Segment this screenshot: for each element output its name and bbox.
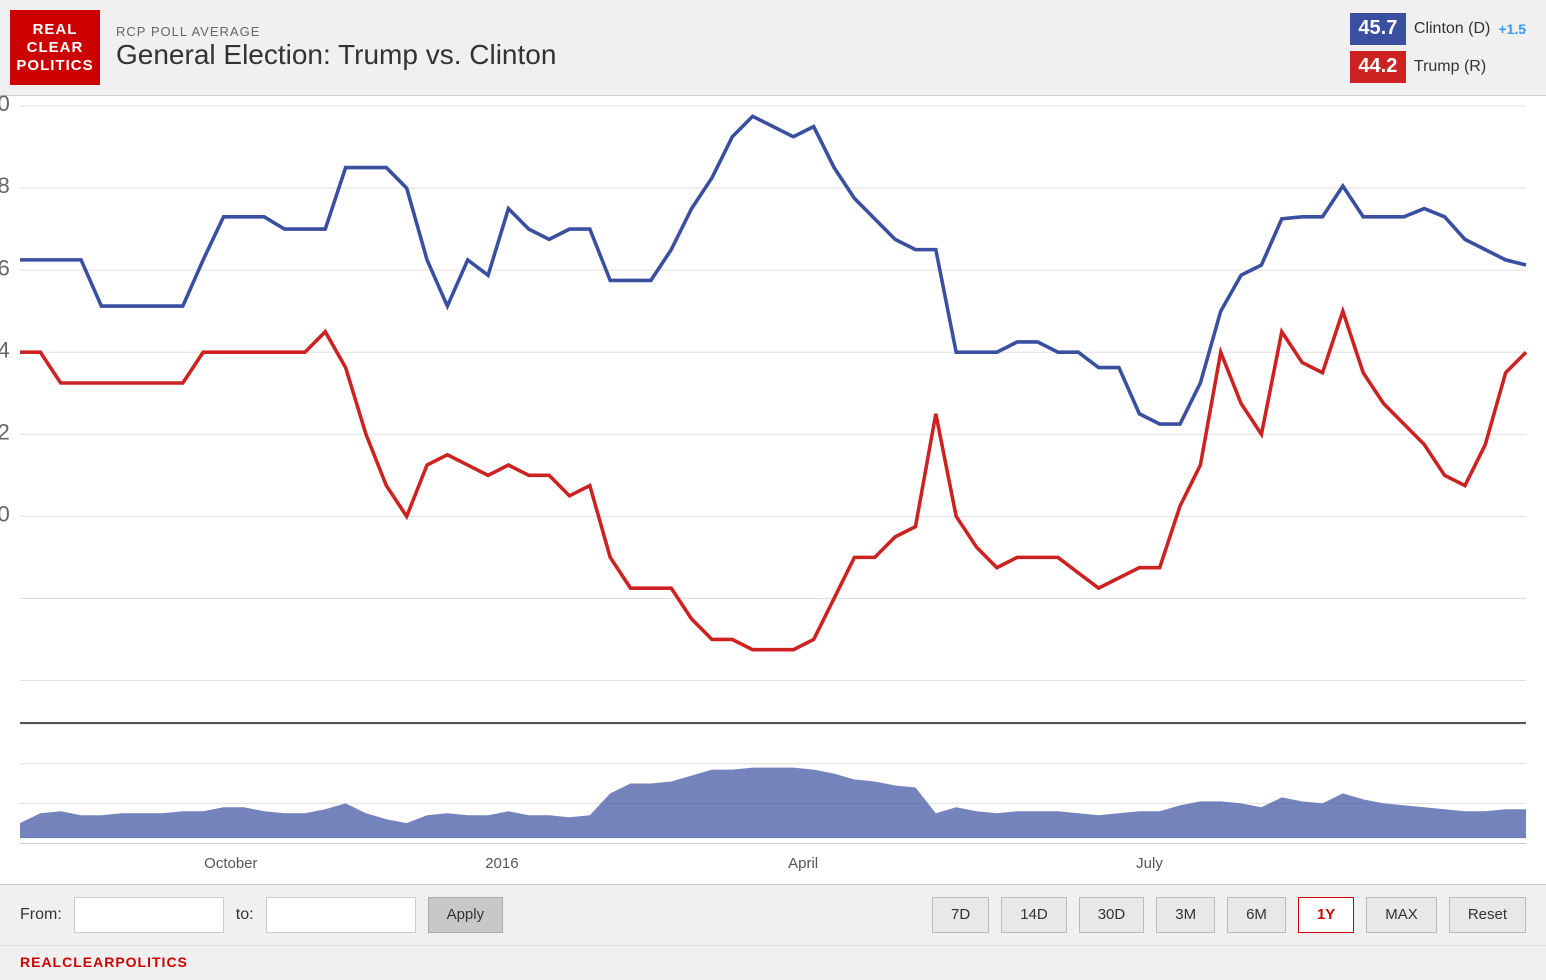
controls-bar: From: to: Apply 7D 14D 30D 3M 6M 1Y MAX … xyxy=(0,884,1546,945)
svg-text:48: 48 xyxy=(0,173,10,198)
clinton-change: +1.5 xyxy=(1498,21,1526,37)
clinton-score: 45.7 xyxy=(1350,13,1406,45)
apply-button[interactable]: Apply xyxy=(428,897,504,933)
mini-chart: 10 5 0 xyxy=(20,724,1526,844)
from-input[interactable] xyxy=(74,897,224,933)
mini-chart-svg: 10 5 0 xyxy=(20,724,1526,843)
trump-name: Trump (R) xyxy=(1414,58,1486,76)
trump-legend-item: 44.2 Trump (R) xyxy=(1350,51,1486,83)
btn-30d[interactable]: 30D xyxy=(1079,897,1145,933)
from-label: From: xyxy=(20,906,62,924)
to-label: to: xyxy=(236,906,254,924)
btn-7d[interactable]: 7D xyxy=(932,897,989,933)
svg-text:50: 50 xyxy=(0,91,10,116)
logo-text: REALCLEARPOLITICS xyxy=(16,21,93,75)
main-chart-svg: 50 48 46 44 42 40 xyxy=(20,106,1526,722)
header: REALCLEARPOLITICS RCP POLL AVERAGE Gener… xyxy=(0,0,1546,96)
chart-area: 50 48 46 44 42 40 xyxy=(0,96,1546,884)
trump-score: 44.2 xyxy=(1350,51,1406,83)
svg-text:40: 40 xyxy=(0,501,10,526)
legend: 45.7 Clinton (D) +1.5 44.2 Trump (R) xyxy=(1350,13,1526,83)
x-label-july: July xyxy=(1136,855,1163,872)
footer-text: REALCLEARPOLITICS xyxy=(20,954,188,970)
main-chart: 50 48 46 44 42 40 xyxy=(20,106,1526,724)
x-axis-labels: October 2016 April July xyxy=(20,844,1526,884)
btn-3m[interactable]: 3M xyxy=(1156,897,1215,933)
title-block: RCP POLL AVERAGE General Election: Trump… xyxy=(116,24,556,71)
x-label-october: October xyxy=(204,855,257,872)
svg-text:42: 42 xyxy=(0,419,10,444)
to-input[interactable] xyxy=(266,897,416,933)
btn-1y[interactable]: 1Y xyxy=(1298,897,1354,933)
svg-text:44: 44 xyxy=(0,337,10,362)
header-left: REALCLEARPOLITICS RCP POLL AVERAGE Gener… xyxy=(10,10,556,85)
clinton-name: Clinton (D) xyxy=(1414,20,1490,38)
btn-14d[interactable]: 14D xyxy=(1001,897,1067,933)
btn-6m[interactable]: 6M xyxy=(1227,897,1286,933)
chart-title: General Election: Trump vs. Clinton xyxy=(116,39,556,71)
btn-reset[interactable]: Reset xyxy=(1449,897,1526,933)
x-label-april: April xyxy=(788,855,818,872)
clinton-legend-item: 45.7 Clinton (D) +1.5 xyxy=(1350,13,1526,45)
rcp-label: RCP POLL AVERAGE xyxy=(116,24,556,39)
footer: REALCLEARPOLITICS xyxy=(0,945,1546,980)
logo: REALCLEARPOLITICS xyxy=(10,10,100,85)
btn-max[interactable]: MAX xyxy=(1366,897,1437,933)
x-label-2016: 2016 xyxy=(485,855,518,872)
svg-text:46: 46 xyxy=(0,255,10,280)
